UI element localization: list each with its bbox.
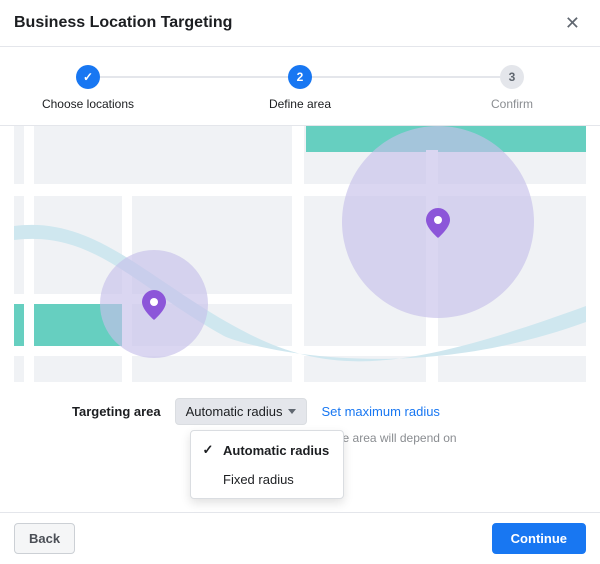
step-label: Confirm (491, 97, 533, 111)
modal-header: Business Location Targeting ✕ (0, 0, 600, 46)
step-label: Define area (269, 97, 331, 111)
targeting-area-label: Targeting area (72, 404, 161, 419)
set-maximum-radius-link[interactable]: Set maximum radius (321, 404, 439, 419)
targeting-area-dropdown[interactable]: Automatic radius (175, 398, 308, 425)
step-number-icon: 2 (288, 65, 312, 89)
modal-footer: Back Continue (0, 512, 600, 564)
dropdown-option-automatic-radius[interactable]: ✓ Automatic radius (191, 435, 343, 465)
step-define-area: 2 Define area (240, 65, 360, 111)
continue-button[interactable]: Continue (492, 523, 586, 554)
dropdown-selected-text: Automatic radius (186, 404, 283, 419)
check-icon: ✓ (76, 65, 100, 89)
map-illustration (14, 126, 586, 382)
close-icon[interactable]: ✕ (561, 10, 584, 36)
dropdown-option-label: Fixed radius (223, 472, 294, 487)
stepper: ✓ Choose locations 2 Define area 3 Confi… (0, 47, 600, 125)
targeting-row: Targeting area Automatic radius Set maxi… (14, 398, 586, 425)
map-preview (14, 126, 586, 382)
targeting-area-dropdown-menu: ✓ Automatic radius Fixed radius (190, 430, 344, 499)
check-icon: ✓ (201, 442, 215, 458)
modal-title: Business Location Targeting (14, 14, 232, 32)
targeting-config: Targeting area Automatic radius Set maxi… (0, 384, 600, 445)
step-choose-locations: ✓ Choose locations (28, 65, 148, 111)
step-label: Choose locations (42, 97, 134, 111)
step-confirm: 3 Confirm (452, 65, 572, 111)
dropdown-option-label: Automatic radius (223, 443, 329, 458)
dropdown-option-fixed-radius[interactable]: Fixed radius (191, 465, 343, 494)
back-button[interactable]: Back (14, 523, 75, 554)
step-number-icon: 3 (500, 65, 524, 89)
chevron-down-icon (288, 409, 296, 414)
